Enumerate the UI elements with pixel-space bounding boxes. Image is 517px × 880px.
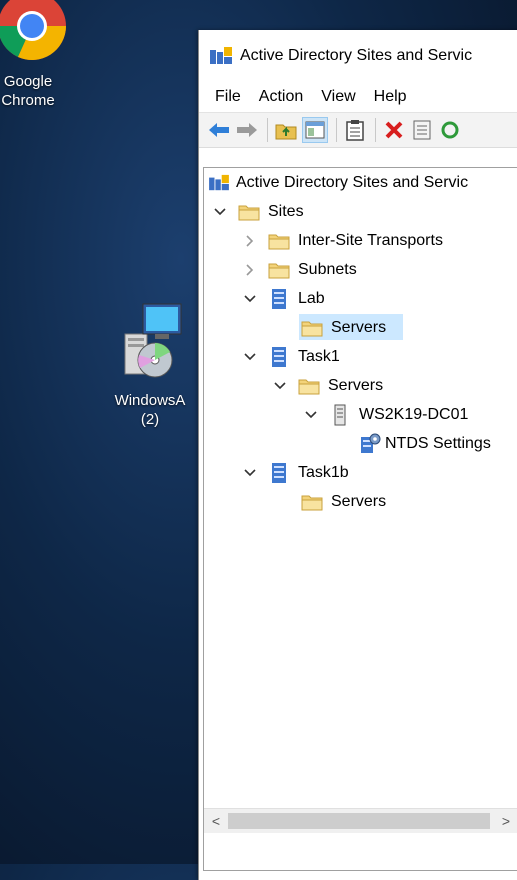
- folder-icon: [298, 376, 320, 396]
- chevron-down-icon[interactable]: [242, 291, 258, 307]
- tree-item-task1b[interactable]: Task1b: [242, 460, 349, 486]
- folder-icon: [268, 231, 290, 251]
- desktop-icon-windows-installer[interactable]: WindowsA (2): [100, 300, 200, 429]
- server-icon: [329, 404, 351, 426]
- tree-label-task1: Task1: [298, 348, 340, 365]
- tree-item-sites[interactable]: Sites: [212, 199, 304, 225]
- scroll-thumb[interactable]: [228, 813, 490, 829]
- window-title: Active Directory Sites and Servic: [240, 47, 473, 64]
- chevron-down-icon[interactable]: [272, 378, 288, 394]
- chevron-down-icon[interactable]: [242, 349, 258, 365]
- show-hide-tree-button[interactable]: [302, 117, 328, 143]
- scroll-left-button[interactable]: <: [204, 809, 228, 833]
- tree-item-root[interactable]: Active Directory Sites and Servic: [208, 170, 468, 196]
- tree-item-subnets[interactable]: Subnets: [242, 257, 357, 283]
- menu-help[interactable]: Help: [365, 85, 416, 109]
- installer-icon: [124, 303, 182, 378]
- horizontal-scrollbar[interactable]: < >: [204, 808, 517, 833]
- refresh-icon: [441, 121, 459, 139]
- tree-label-subnets: Subnets: [298, 261, 357, 278]
- site-icon: [268, 347, 290, 367]
- tree-label-task1-servers: Servers: [328, 377, 384, 394]
- up-one-level-button[interactable]: [274, 118, 298, 142]
- site-icon: [268, 289, 290, 309]
- properties-icon: [413, 120, 431, 140]
- tree-label-lab: Lab: [298, 290, 325, 307]
- tree-label-root: Active Directory Sites and Servic: [236, 174, 469, 191]
- tree-label-task1b: Task1b: [298, 464, 349, 481]
- ad-sites-app-icon: [210, 47, 232, 64]
- ntds-settings-icon: [359, 433, 381, 454]
- folder-icon: [268, 260, 290, 280]
- chrome-label-line2: Chrome: [1, 92, 55, 109]
- menu-view[interactable]: View: [312, 85, 364, 109]
- forward-arrow-icon: [237, 123, 257, 137]
- toolbar: [199, 112, 517, 148]
- chevron-right-icon[interactable]: [242, 233, 258, 249]
- copy-button[interactable]: [343, 118, 367, 142]
- chrome-label-line1: Google: [3, 73, 53, 90]
- tree-item-task1b-servers[interactable]: Servers: [299, 489, 386, 515]
- tree-label-dc01: WS2K19-DC01: [359, 406, 469, 423]
- tree-item-task1-servers[interactable]: Servers: [272, 373, 383, 399]
- toolbar-separator: [375, 118, 376, 142]
- chevron-down-icon[interactable]: [212, 204, 228, 220]
- up-folder-icon: [275, 124, 297, 140]
- tree-item-lab[interactable]: Lab: [242, 286, 325, 312]
- tree-label-ntds: NTDS Settings: [385, 435, 491, 452]
- tree-label-lab-servers: Servers: [331, 319, 387, 336]
- menu-bar: File Action View Help: [199, 82, 517, 112]
- properties-button[interactable]: [410, 118, 434, 142]
- tree-item-ntds-settings[interactable]: NTDS Settings: [359, 431, 491, 457]
- tree-item-inter-site-transports[interactable]: Inter-Site Transports: [242, 228, 443, 254]
- delete-button[interactable]: [382, 118, 406, 142]
- chevron-down-icon[interactable]: [303, 407, 319, 423]
- back-arrow-icon: [209, 123, 229, 137]
- chrome-icon: [0, 0, 67, 61]
- title-bar[interactable]: Active Directory Sites and Servic: [199, 30, 517, 82]
- refresh-button[interactable]: [438, 118, 462, 142]
- scroll-right-button[interactable]: >: [494, 809, 517, 833]
- site-icon: [268, 463, 290, 483]
- back-button[interactable]: [207, 118, 231, 142]
- chevron-right-icon[interactable]: [242, 262, 258, 278]
- toolbar-separator: [267, 118, 268, 142]
- folder-icon: [301, 318, 323, 338]
- delete-x-icon: [385, 121, 403, 139]
- show-hide-tree-icon: [305, 121, 325, 139]
- tree-item-lab-servers[interactable]: Servers: [299, 315, 386, 341]
- console-tree[interactable]: Active Directory Sites and Servic Sites …: [203, 167, 517, 871]
- winapp-label-line2: (2): [140, 411, 160, 428]
- clipboard-icon: [346, 120, 364, 141]
- tree-item-task1[interactable]: Task1: [242, 344, 340, 370]
- toolbar-separator: [336, 118, 337, 142]
- winapp-label-line1: WindowsA: [114, 392, 186, 409]
- menu-action[interactable]: Action: [250, 85, 312, 109]
- tree-label-task1b-servers: Servers: [331, 493, 387, 510]
- ad-sites-app-icon: [208, 173, 230, 193]
- ad-sites-services-window: Active Directory Sites and Servic File A…: [198, 30, 517, 880]
- menu-file[interactable]: File: [206, 85, 250, 109]
- tree-label-inter-site: Inter-Site Transports: [298, 232, 443, 249]
- folder-icon: [301, 492, 323, 512]
- tree-label-sites: Sites: [268, 203, 304, 220]
- tree-item-ws2k19-dc01[interactable]: WS2K19-DC01: [303, 402, 468, 428]
- chevron-down-icon[interactable]: [242, 465, 258, 481]
- forward-button[interactable]: [235, 118, 259, 142]
- folder-icon: [238, 202, 260, 222]
